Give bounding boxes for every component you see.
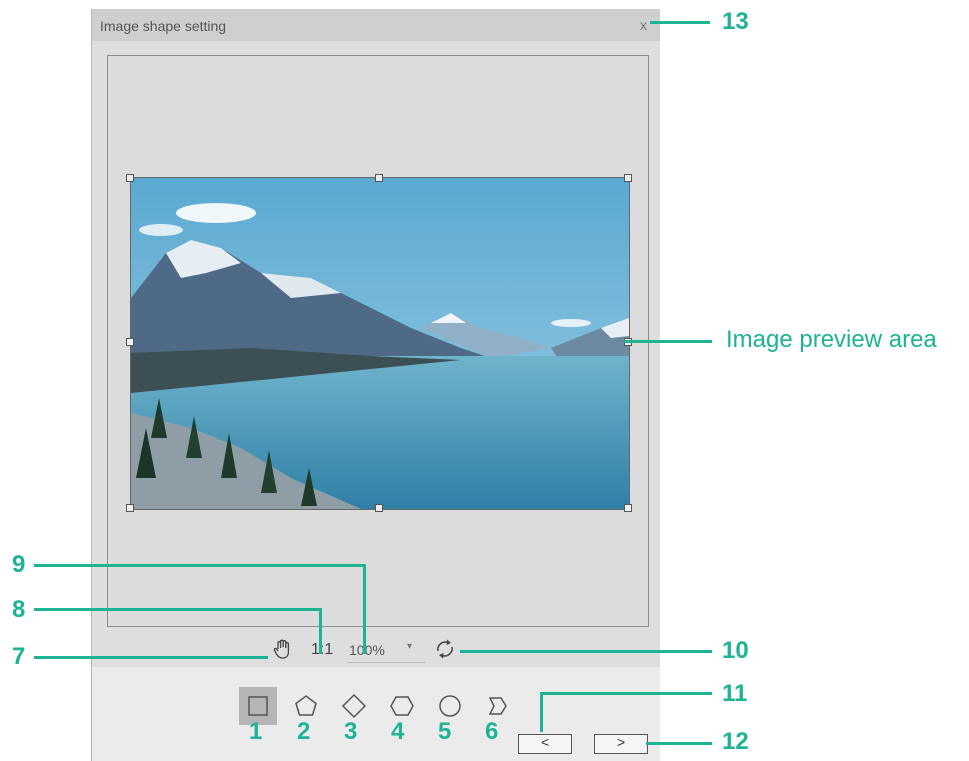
resize-handle[interactable] [375, 174, 383, 182]
close-button[interactable]: x [640, 17, 647, 33]
callout-preview-label: Image preview area [726, 326, 937, 353]
hand-icon[interactable] [271, 637, 295, 666]
resize-handle[interactable] [624, 174, 632, 182]
callout-3: 3 [344, 718, 358, 745]
dialog-titlebar: Image shape setting x [92, 9, 660, 41]
callout-11: 11 [722, 680, 748, 707]
zoom-value: 100% [349, 642, 385, 658]
callout-8: 8 [12, 596, 26, 623]
callout-9: 9 [12, 551, 26, 578]
resize-handle[interactable] [126, 338, 134, 346]
resize-handle[interactable] [126, 504, 134, 512]
callout-7: 7 [12, 643, 26, 670]
resize-handle[interactable] [375, 504, 383, 512]
resize-handle[interactable] [624, 504, 632, 512]
callout-10: 10 [722, 637, 749, 664]
callout-1: 1 [249, 718, 263, 745]
callout-2: 2 [297, 718, 311, 745]
callout-line-8 [34, 608, 322, 611]
callout-line-9-vertical [363, 564, 366, 654]
callout-line-preview [624, 340, 712, 343]
shape-toolbar: < > [92, 667, 660, 761]
landscape-image [131, 178, 629, 509]
next-button[interactable]: > [594, 734, 648, 754]
chevron-down-icon: ▾ [407, 641, 413, 652]
callout-12: 12 [722, 728, 749, 755]
callout-line-10 [460, 650, 712, 653]
callout-5: 5 [438, 718, 452, 745]
one-to-one-button[interactable]: 1:1 [311, 641, 333, 659]
callout-line-9 [34, 564, 366, 567]
preview-image[interactable] [130, 177, 630, 510]
callout-6: 6 [485, 718, 499, 745]
callout-line-11 [540, 692, 712, 695]
zoom-toolbar: 1:1 100% ▾ [92, 629, 660, 667]
callout-13: 13 [722, 8, 749, 35]
callout-line-8-vertical [319, 608, 322, 654]
callout-4: 4 [391, 718, 405, 745]
callout-line-12 [646, 742, 712, 745]
chevron-left-icon: < [541, 734, 550, 750]
image-shape-dialog: Image shape setting x 1:1 100% ▾ < > [91, 9, 660, 761]
chevron-right-icon: > [617, 734, 626, 750]
resize-handle[interactable] [126, 174, 134, 182]
dialog-title: Image shape setting [100, 18, 227, 34]
callout-line-11-vertical [540, 692, 543, 732]
zoom-dropdown[interactable]: 100% ▾ [347, 638, 425, 663]
callout-line-13 [650, 21, 710, 24]
rotate-icon[interactable] [433, 637, 457, 666]
prev-button[interactable]: < [518, 734, 572, 754]
callout-line-7 [34, 656, 268, 659]
